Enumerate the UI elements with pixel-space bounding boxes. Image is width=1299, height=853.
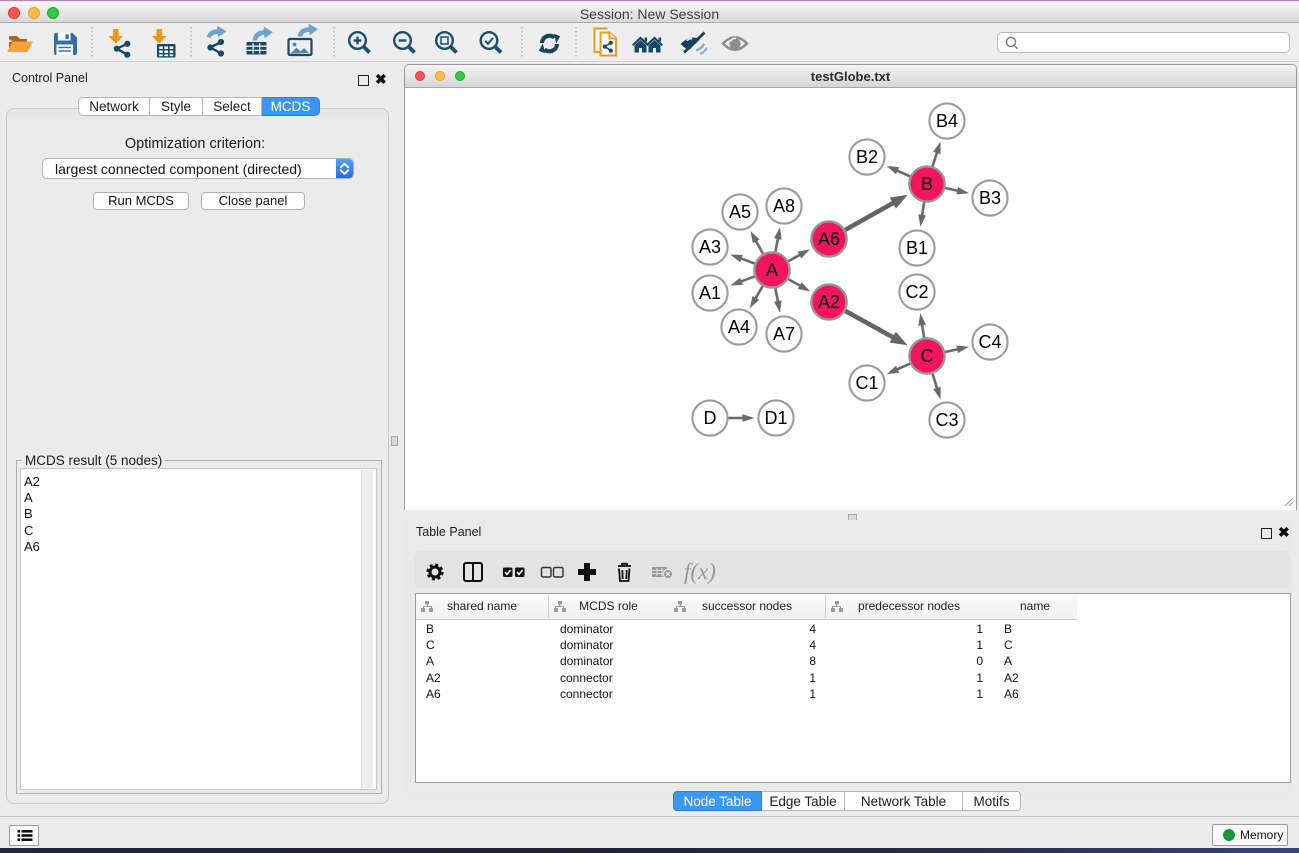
svg-text:B: B — [921, 174, 933, 194]
svg-text:B1: B1 — [906, 238, 928, 258]
svg-text:A5: A5 — [729, 202, 751, 222]
svg-text:C1: C1 — [855, 373, 878, 393]
svg-text:A4: A4 — [728, 317, 750, 337]
svg-text:C2: C2 — [905, 282, 928, 302]
svg-text:C4: C4 — [978, 332, 1001, 352]
svg-text:D: D — [704, 408, 717, 428]
svg-text:B2: B2 — [856, 147, 878, 167]
svg-text:A2: A2 — [818, 292, 840, 312]
svg-text:C: C — [921, 346, 934, 366]
svg-text:C3: C3 — [935, 410, 958, 430]
svg-text:A: A — [766, 260, 778, 280]
svg-text:A6: A6 — [818, 229, 840, 249]
svg-text:A1: A1 — [699, 283, 721, 303]
svg-text:A7: A7 — [773, 324, 795, 344]
svg-text:f(x): f(x) — [684, 559, 716, 584]
svg-text:D1: D1 — [764, 408, 787, 428]
svg-text:B4: B4 — [936, 111, 958, 131]
svg-text:A3: A3 — [699, 237, 721, 257]
svg-text:A8: A8 — [773, 196, 795, 216]
svg-text:B3: B3 — [979, 188, 1001, 208]
